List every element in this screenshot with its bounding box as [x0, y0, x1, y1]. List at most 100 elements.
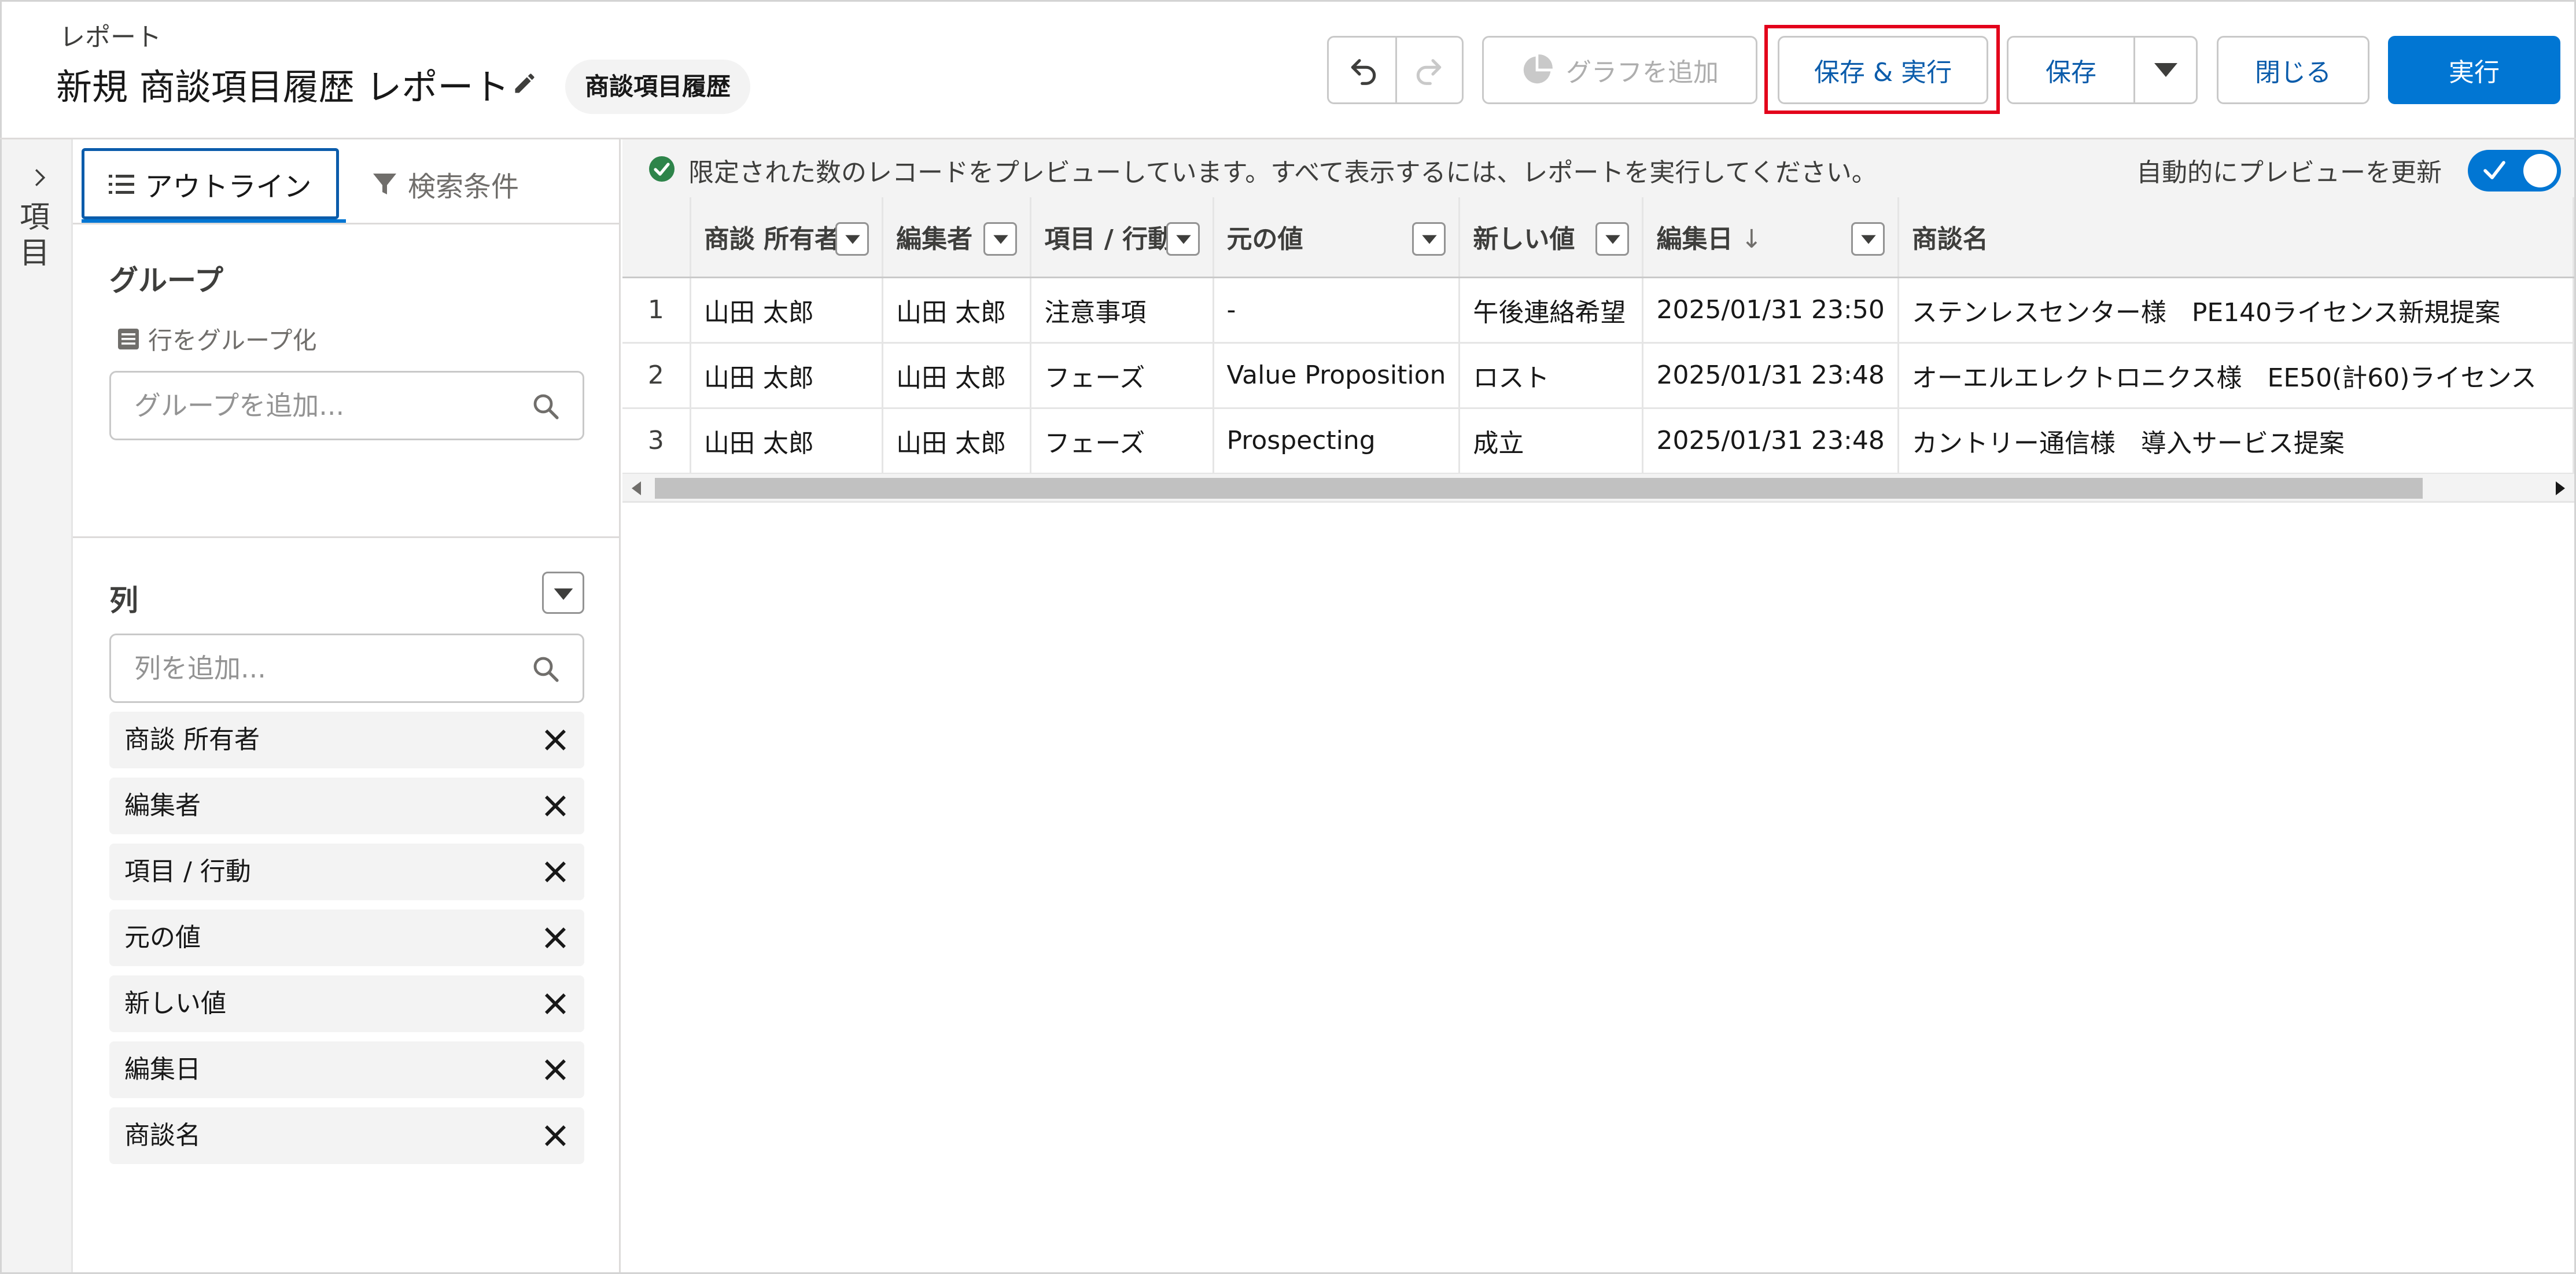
column-menu-button[interactable] [983, 222, 1018, 256]
close-icon[interactable] [544, 926, 567, 949]
report-type-badge: 商談項目履歴 [565, 60, 751, 114]
chevron-down-icon [1861, 235, 1876, 244]
fields-rail[interactable] [2, 139, 73, 1272]
column-chip[interactable]: 元の値 [109, 910, 584, 966]
table-cell: 山田 太郎 [882, 277, 1032, 344]
scrollbar-thumb[interactable] [655, 478, 2423, 499]
scroll-right-arrow-icon[interactable] [2555, 481, 2566, 495]
column-header[interactable]: 商談名 [1898, 197, 2574, 278]
auto-update-toggle[interactable] [2468, 150, 2561, 192]
column-header[interactable]: 商談 所有者 [690, 197, 884, 278]
undo-redo-group [1327, 36, 1464, 104]
table-cell: 山田 太郎 [690, 408, 884, 474]
column-header-label: 元の値 [1226, 224, 1303, 255]
save-and-run-button[interactable]: 保存 & 実行 [1778, 36, 1988, 104]
chevron-down-icon[interactable] [2153, 62, 2179, 78]
column-header[interactable]: 元の値 [1213, 197, 1461, 278]
column-chip-label: 新しい値 [124, 989, 226, 1018]
close-icon[interactable] [544, 860, 567, 883]
horizontal-scrollbar[interactable] [622, 474, 2574, 503]
table-cell: カントリー通信様 導入サービス提案 [1898, 408, 2574, 474]
group-search-input[interactable]: グループを追加... [109, 371, 584, 440]
tab-filters-label: 検索条件 [408, 170, 519, 203]
close-icon[interactable] [544, 1058, 567, 1081]
column-chip[interactable]: 項目 / 行動 [109, 844, 584, 900]
column-chip[interactable]: 編集者 [109, 778, 584, 834]
button-divider [2133, 38, 2135, 102]
table-cell: Value Proposition [1213, 343, 1461, 409]
column-menu-button[interactable] [1166, 222, 1200, 256]
column-chip[interactable]: 商談 所有者 [109, 712, 584, 768]
fields-rail-label[interactable]: 項目 [17, 200, 52, 271]
rows-icon [118, 328, 139, 349]
preview-message: 限定された数のレコードをプレビューしています。すべて表示するには、レポートを実行… [688, 158, 1877, 187]
scroll-left-arrow-icon[interactable] [631, 481, 642, 495]
chevron-right-icon[interactable] [30, 168, 50, 187]
table-cell: ステンレスセンター様 PE140ライセンス新規提案 [1898, 277, 2574, 344]
panel-divider [73, 536, 621, 538]
column-chip[interactable]: 編集日 [109, 1041, 584, 1098]
table-cell: 山田 太郎 [690, 343, 884, 409]
column-header[interactable]: 編集日 ↓ [1642, 197, 1899, 278]
column-header[interactable]: 新しい値 [1459, 197, 1644, 278]
table-cell: 注意事項 [1030, 277, 1214, 344]
close-icon[interactable] [544, 992, 567, 1015]
column-header[interactable]: 項目 / 行動 [1030, 197, 1214, 278]
chevron-down-icon [993, 235, 1009, 244]
column-menu-button[interactable] [1851, 222, 1885, 256]
row-group-label: 行をグループ化 [117, 321, 316, 356]
chevron-down-icon [845, 235, 860, 244]
close-icon[interactable] [544, 794, 567, 818]
column-search-placeholder: 列を追加... [134, 653, 266, 684]
row-number: 3 [622, 408, 691, 474]
column-chip-label: 商談 所有者 [124, 725, 260, 754]
table-row: 1 山田 太郎 山田 太郎 注意事項 - 午後連絡希望 2025/01/31 2… [622, 277, 2574, 344]
tab-outline[interactable]: アウトライン [82, 148, 339, 219]
auto-update-label: 自動的にプレビューを更新 [2136, 158, 2442, 187]
chevron-down-icon [1422, 235, 1438, 244]
tab-outline-label: アウトライン [145, 170, 312, 203]
column-chip[interactable]: 商談名 [109, 1107, 584, 1164]
save-button[interactable]: 保存 [2009, 38, 2133, 102]
run-button[interactable]: 実行 [2388, 36, 2560, 104]
search-icon [533, 657, 559, 682]
undo-icon[interactable] [1347, 54, 1380, 86]
column-search-input[interactable]: 列を追加... [109, 634, 584, 703]
table-cell: ロスト [1459, 343, 1644, 409]
column-chip[interactable]: 新しい値 [109, 975, 584, 1032]
close-icon[interactable] [544, 1124, 567, 1147]
column-chip-label: 編集日 [124, 1055, 201, 1084]
table-cell: 2025/01/31 23:48 [1642, 408, 1899, 474]
sort-descending-icon[interactable]: ↓ [1741, 224, 1762, 254]
table-row: 2 山田 太郎 山田 太郎 フェーズ Value Proposition ロスト… [622, 343, 2574, 409]
close-button[interactable]: 閉じる [2217, 36, 2369, 104]
redo-icon[interactable] [1413, 54, 1445, 86]
table-cell: 2025/01/31 23:48 [1642, 343, 1899, 409]
group-search-placeholder: グループを追加... [134, 390, 345, 421]
breadcrumb[interactable]: レポート [60, 16, 161, 53]
close-icon[interactable] [544, 728, 567, 752]
column-menu-button[interactable] [1595, 222, 1630, 256]
table-cell: オーエルエレクトロニクス様 EE50(計60)ライセンス [1898, 343, 2574, 409]
button-divider [1395, 38, 1397, 102]
check-icon [2483, 161, 2505, 179]
table-cell: 2025/01/31 23:50 [1642, 277, 1899, 344]
row-group-text: 行をグループ化 [148, 326, 317, 355]
column-menu-button[interactable] [1412, 222, 1446, 256]
list-icon [109, 174, 135, 194]
column-header-label: 新しい値 [1473, 224, 1575, 255]
add-chart-button[interactable]: グラフを追加 [1482, 36, 1757, 104]
tab-filters[interactable]: 検索条件 [372, 148, 546, 219]
page-title: 新規 商談項目履歴 レポート [56, 66, 510, 108]
columns-menu-button[interactable] [542, 572, 584, 614]
pencil-edit-icon[interactable] [512, 71, 537, 96]
table-header-row: 商談 所有者 編集者 項目 / 行動 元の値 新しい値 編集日 ↓ 商談名 [622, 197, 2574, 278]
column-menu-button[interactable] [835, 222, 869, 256]
chevron-down-icon [554, 588, 573, 600]
column-header-label: 商談 所有者 [703, 224, 841, 255]
add-chart-label: グラフを追加 [1566, 58, 1719, 87]
toggle-knob [2523, 154, 2557, 187]
chevron-down-icon [1175, 235, 1191, 244]
table-cell: - [1213, 277, 1461, 344]
column-header[interactable]: 編集者 [882, 197, 1032, 278]
